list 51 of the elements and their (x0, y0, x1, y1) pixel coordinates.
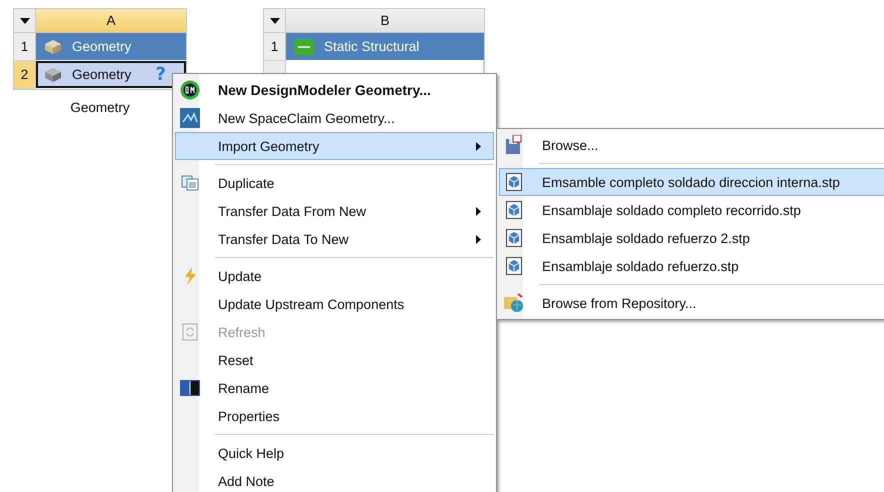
floppy-disk-icon (505, 135, 523, 155)
spaceclaim-icon (180, 108, 200, 128)
menu-item[interactable]: Add Note (175, 467, 494, 492)
menu-item[interactable]: Browse from Repository... (499, 289, 884, 317)
submenu-arrow-icon (476, 206, 481, 216)
menu-item[interactable]: Ensamblaje soldado refuerzo.stp (499, 252, 884, 280)
cube-file-icon (506, 257, 522, 275)
lightning-icon (183, 267, 197, 285)
menu-item[interactable]: Quick Help (175, 439, 494, 467)
dm-logo-icon (180, 80, 200, 100)
structural-icon (294, 38, 314, 54)
cell-label: Static Structural (324, 39, 420, 54)
cell[interactable]: Static Structural (286, 33, 484, 60)
menu-item[interactable]: Browse... (499, 131, 884, 159)
cube-file-icon (506, 201, 522, 219)
column-header: B (286, 9, 484, 33)
row-number: 1 (264, 33, 286, 61)
menu-item[interactable]: Ensamblaje soldado refuerzo 2.stp (499, 224, 884, 252)
system-caption: Geometry (70, 100, 130, 115)
menu-item[interactable]: Reset (175, 346, 494, 374)
menu-item[interactable]: Ensamblaje soldado completo recorrido.stp (499, 196, 884, 224)
cube-icon (44, 38, 62, 54)
cube-icon (44, 66, 62, 82)
dropdown-caret-icon[interactable] (270, 18, 280, 24)
cube-file-icon (506, 173, 522, 191)
cube-file-icon (506, 229, 522, 247)
menu-item[interactable]: Update Upstream Components (175, 290, 494, 318)
cell-label: Geometry (72, 67, 132, 82)
menu-item[interactable]: Duplicate (175, 169, 494, 197)
menu-item[interactable]: Emsamble completo soldado direccion interna.stp (499, 168, 884, 196)
rename-icon (180, 380, 200, 396)
submenu-arrow-icon (476, 142, 481, 150)
globe-folder-icon (504, 293, 524, 313)
menu-item[interactable]: Rename (175, 374, 494, 402)
cell[interactable]: Geometry (36, 33, 186, 60)
menu-item[interactable]: Update (175, 262, 494, 290)
menu-item[interactable]: Transfer Data From New (175, 197, 494, 225)
menu-item[interactable]: Import Geometry (175, 132, 494, 160)
cell-label: Geometry (72, 39, 132, 54)
cell[interactable]: Geometry ? (36, 61, 186, 88)
column-header: A (36, 9, 186, 33)
submenu-arrow-icon (476, 234, 481, 244)
refresh-icon (182, 323, 198, 341)
question-mark: ? (156, 64, 166, 85)
row-number: 2 (14, 61, 36, 89)
menu-item[interactable]: Properties (175, 402, 494, 430)
menu-item[interactable]: Transfer Data To New (175, 225, 494, 253)
row-number: 1 (14, 33, 36, 61)
dropdown-caret-icon[interactable] (20, 18, 30, 24)
copy-icon (181, 175, 199, 191)
menu-item[interactable]: New SpaceClaim Geometry... (175, 104, 494, 132)
